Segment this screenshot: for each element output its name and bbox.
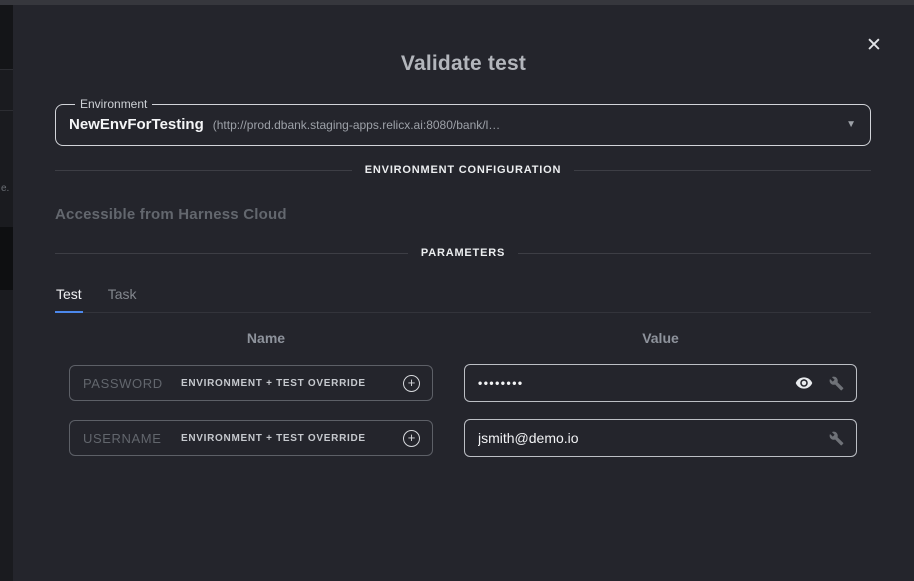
parameters-divider: PARAMETERS [55,247,871,259]
divider-line [574,170,871,171]
username-name-box: USERNAME ENVIRONMENT + TEST OVERRIDE + [69,420,433,456]
parameter-row-password: PASSWORD ENVIRONMENT + TEST OVERRIDE + •… [69,364,857,402]
background-block-fragment [0,227,13,290]
divider-line [55,170,352,171]
value-column-header: Value [464,330,857,346]
parameter-tabs: Test Task [55,284,871,313]
parameter-name-label: PASSWORD [83,376,181,391]
parameter-column-headers: Name Value [69,330,857,346]
override-badge: ENVIRONMENT + TEST OVERRIDE [181,378,366,389]
environment-select-label: Environment [75,97,152,111]
background-header-fragment [0,5,13,70]
wrench-icon[interactable] [829,376,844,391]
background-text-fragment: e. [1,183,9,194]
username-value-input[interactable]: jsmith@demo.io [478,430,813,446]
parameters-heading: PARAMETERS [421,247,505,259]
show-password-icon[interactable] [795,374,813,392]
dialog-title: Validate test [13,52,914,76]
name-column-header: Name [69,330,433,346]
environment-access-note: Accessible from Harness Cloud [55,206,872,223]
password-name-box: PASSWORD ENVIRONMENT + TEST OVERRIDE + [69,365,433,401]
password-value-field[interactable]: •••••••• [464,364,857,402]
divider-line [55,253,408,254]
tab-task[interactable]: Task [107,284,138,312]
wrench-icon[interactable] [829,431,844,446]
tab-test[interactable]: Test [55,284,83,313]
background-page-sliver: e. [0,5,13,581]
chevron-down-icon[interactable]: ▼ [846,119,856,130]
close-icon[interactable]: ✕ [860,31,888,59]
add-override-icon[interactable]: + [403,430,420,447]
environment-select[interactable]: Environment NewEnvForTesting (http://pro… [55,97,871,146]
environment-url: (http://prod.dbank.staging-apps.relicx.a… [213,118,501,132]
environment-configuration-divider: ENVIRONMENT CONFIGURATION [55,164,871,176]
parameter-name-label: USERNAME [83,431,181,446]
username-value-field[interactable]: jsmith@demo.io [464,419,857,457]
password-value-input[interactable]: •••••••• [478,376,779,390]
background-divider-fragment [0,110,13,111]
parameter-row-username: USERNAME ENVIRONMENT + TEST OVERRIDE + j… [69,419,857,457]
environment-name: NewEnvForTesting [69,116,204,133]
add-override-icon[interactable]: + [403,375,420,392]
override-badge: ENVIRONMENT + TEST OVERRIDE [181,433,366,444]
validate-test-dialog: ✕ Validate test Environment NewEnvForTes… [13,5,914,581]
divider-line [518,253,871,254]
environment-configuration-heading: ENVIRONMENT CONFIGURATION [365,164,561,176]
